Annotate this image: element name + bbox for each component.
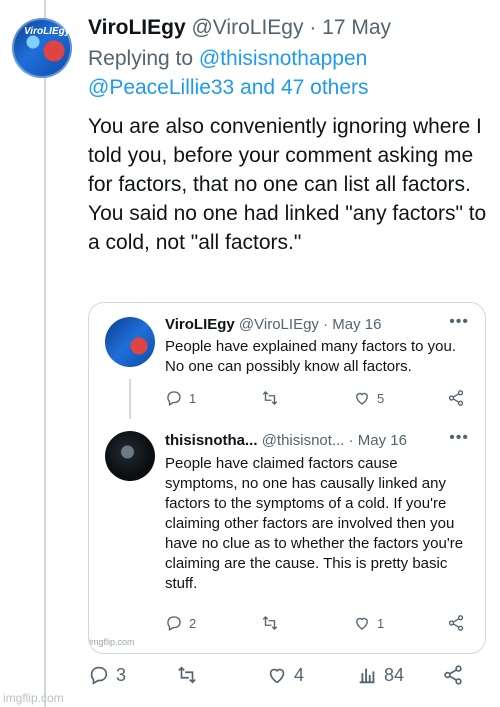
quoted-text-1: People have explained many factors to yo… [165,338,457,375]
quoted-avatar-1[interactable] [105,317,155,367]
quoted-author-handle-2[interactable]: @thisisnot... [262,432,345,449]
like-button[interactable]: 4 [266,664,304,686]
reply-icon [167,616,181,631]
quoted-reply-button-2[interactable]: 2 [165,614,196,632]
heart-icon [269,668,285,684]
quoted-author-handle-1[interactable]: @ViroLIEgy [239,316,319,333]
author-avatar[interactable]: ViroLIEgy [12,18,72,78]
quoted-share-button-1[interactable] [447,389,465,407]
author-name[interactable]: ViroLIEgy [88,16,186,39]
replying-to-label: Replying to [88,47,194,70]
replying-to: Replying to @thisisnothappen @PeaceLilli… [88,44,492,102]
thread-line [44,0,46,707]
reply-mention-2[interactable]: @PeaceLillie33 and 47 others [88,76,369,99]
quoted-header-1: ViroLIEgy @ViroLIEgy · May 16 [165,315,381,335]
views-count: 84 [384,664,405,685]
retweet-button[interactable] [176,664,204,686]
quoted-thread-line [129,379,131,419]
avatar-logo-text: ViroLIEgy [24,26,71,37]
embedded-watermark: imgflip.com [89,637,135,647]
quoted-like-button-2[interactable]: 1 [353,614,384,632]
quoted-like-count-1: 5 [377,390,385,406]
header-separator: · [309,16,317,39]
quoted-avatar-2[interactable] [105,431,155,481]
views-button[interactable]: 84 [356,664,404,686]
quoted-actions-2: 2 1 [165,614,469,636]
more-icon[interactable]: ••• [449,429,469,447]
quoted-thread-card[interactable]: ViroLIEgy @ViroLIEgy · May 16 ••• People… [88,302,486,654]
retweet-icon [262,391,278,405]
quoted-date-1[interactable]: May 16 [332,316,381,333]
tweet-date[interactable]: 17 May [322,16,391,39]
more-icon[interactable]: ••• [449,313,469,331]
quoted-actions-1: 1 5 [165,389,469,411]
reply-button[interactable]: 3 [88,664,126,686]
share-icon [448,390,464,406]
share-button[interactable] [442,664,464,686]
quoted-like-count-2: 1 [377,615,385,631]
reply-mention-1[interactable]: @thisisnothappen [199,47,367,70]
quoted-author-name-2[interactable]: thisisnotha... [165,432,258,449]
retweet-icon [178,666,196,684]
reply-icon [90,666,108,685]
share-icon [448,615,464,631]
quoted-separator-1: · [323,316,329,333]
quoted-share-button-2[interactable] [447,614,465,632]
reply-icon [167,391,181,406]
quoted-header-2: thisisnotha... @thisisnot... · May 16 [165,431,407,451]
heart-icon [356,392,368,405]
quoted-separator-2: · [348,432,354,449]
quoted-date-2[interactable]: May 16 [358,432,407,449]
tweet-text: You are also conveniently ignoring where… [88,115,487,254]
reply-count: 3 [116,664,127,685]
quoted-reply-button-1[interactable]: 1 [165,389,196,407]
views-icon [359,668,375,684]
quoted-text-2: People have claimed factors cause sympto… [165,455,464,592]
share-icon [444,665,462,685]
quoted-like-button-1[interactable]: 5 [353,389,384,407]
heart-icon [356,617,368,630]
watermark: imgflip.com [3,691,64,705]
quoted-author-name-1[interactable]: ViroLIEgy [165,316,235,333]
quoted-reply-count-2: 2 [189,615,197,631]
tweet-actions: 3 4 84 [88,664,478,692]
author-handle[interactable]: @ViroLIEgy [191,16,303,39]
retweet-icon [262,616,278,630]
quoted-retweet-button-1[interactable] [261,389,279,407]
like-count: 4 [294,664,305,685]
tweet-header: ViroLIEgy @ViroLIEgy · 17 May [88,14,492,42]
quoted-reply-count-1: 1 [189,390,197,406]
quoted-retweet-button-2[interactable] [261,614,279,632]
